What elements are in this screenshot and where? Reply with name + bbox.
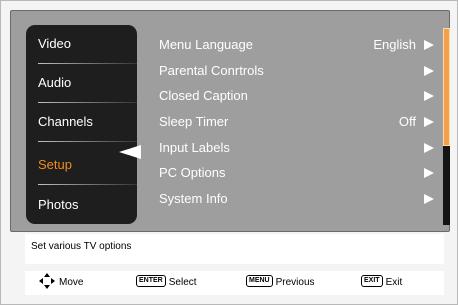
- menu-item-input-labels[interactable]: Input Labels: [159, 135, 434, 161]
- move-label: Move: [59, 277, 84, 288]
- exit-label: Exit: [385, 277, 403, 288]
- sidebar-item-audio[interactable]: Audio: [26, 64, 137, 102]
- sidebar-divider: [38, 184, 137, 185]
- menu-item-menu-language[interactable]: Menu Language English: [159, 32, 434, 58]
- menu-item-parental-controls[interactable]: Parental Conrtrols: [159, 58, 434, 84]
- active-pointer-icon: [119, 145, 141, 159]
- menu-item-system-info[interactable]: System Info: [159, 186, 434, 212]
- menu-item-closed-caption[interactable]: Closed Caption: [159, 83, 434, 109]
- enter-key-icon: ENTER: [136, 275, 166, 288]
- menu-item-pc-options[interactable]: PC Options: [159, 160, 434, 186]
- footer-previous: MENU Previous: [246, 271, 315, 295]
- sidebar-item-channels[interactable]: Channels: [26, 103, 137, 141]
- menu-item-value: English: [373, 37, 416, 52]
- scrollbar-thumb[interactable]: [443, 28, 450, 146]
- menu-item-label: Menu Language: [159, 37, 253, 52]
- menu-item-label: PC Options: [159, 165, 226, 180]
- menu-item-label: System Info: [159, 191, 228, 206]
- menu-key-icon: MENU: [246, 275, 273, 288]
- sidebar-divider: [38, 141, 137, 142]
- arrow-right-icon: [424, 143, 434, 153]
- arrow-right-icon: [424, 194, 434, 204]
- sidebar-item-video[interactable]: Video: [26, 25, 137, 63]
- arrow-right-icon: [424, 91, 434, 101]
- arrow-right-icon: [424, 66, 434, 76]
- sidebar-item-photos[interactable]: Photos: [26, 186, 137, 224]
- arrow-right-icon: [424, 117, 434, 127]
- menu-item-label: Parental Conrtrols: [159, 63, 264, 78]
- arrow-right-icon: [424, 168, 434, 178]
- footer-move: Move: [39, 271, 83, 295]
- tv-menu-frame: Video Audio Channels Setup Photos Menu L…: [0, 0, 458, 305]
- help-text-box: Set various TV options: [25, 234, 444, 264]
- footer-legend: Move ENTER Select MENU Previous EXIT Exit: [25, 271, 444, 295]
- footer-select: ENTER Select: [136, 271, 197, 295]
- menu-item-value: Off: [398, 114, 416, 129]
- exit-key-icon: EXIT: [361, 275, 383, 288]
- menu-screen: Video Audio Channels Setup Photos Menu L…: [10, 10, 450, 232]
- menu-item-label: Input Labels: [159, 140, 230, 155]
- previous-label: Previous: [275, 277, 315, 288]
- help-text: Set various TV options: [31, 241, 132, 252]
- menu-item-label: Sleep Timer: [159, 114, 229, 129]
- menu-item-sleep-timer[interactable]: Sleep Timer Off: [159, 109, 434, 135]
- footer-exit: EXIT Exit: [361, 271, 402, 295]
- move-arrows-icon: [39, 273, 55, 290]
- sidebar: Video Audio Channels Setup Photos: [26, 25, 137, 224]
- select-label: Select: [168, 277, 197, 288]
- scrollbar[interactable]: [443, 28, 450, 225]
- arrow-right-icon: [424, 40, 434, 50]
- menu-item-label: Closed Caption: [159, 88, 248, 103]
